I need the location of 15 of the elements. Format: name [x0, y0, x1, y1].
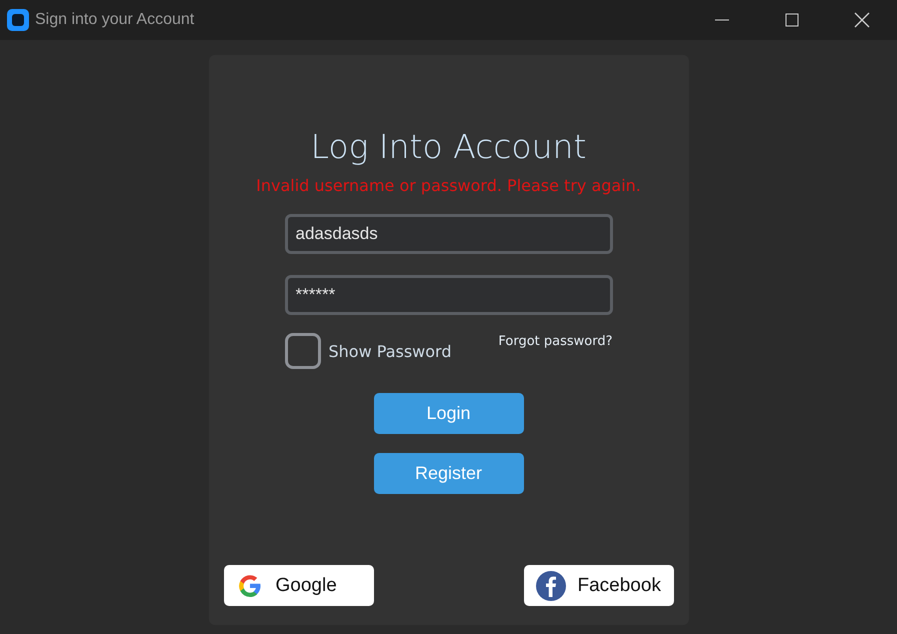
checkbox-label: Show Password: [328, 342, 452, 360]
facebook-icon: [536, 570, 566, 600]
app-icon: [7, 9, 29, 31]
window-title: Sign into your Account: [35, 11, 194, 29]
google-button[interactable]: Google: [224, 565, 374, 606]
forgot-password-link[interactable]: Forgot password?: [498, 334, 612, 349]
minimize-icon: [715, 19, 729, 21]
password-field[interactable]: ******: [284, 275, 612, 315]
show-password-checkbox[interactable]: [284, 333, 320, 369]
close-icon: [854, 12, 870, 28]
facebook-button[interactable]: Facebook: [524, 565, 674, 606]
error-message: Invalid username or password. Please try again.: [256, 175, 641, 197]
username-field[interactable]: adasdasds: [284, 214, 612, 254]
maximize-icon: [785, 13, 799, 27]
heading: Log Into Account: [310, 126, 586, 168]
